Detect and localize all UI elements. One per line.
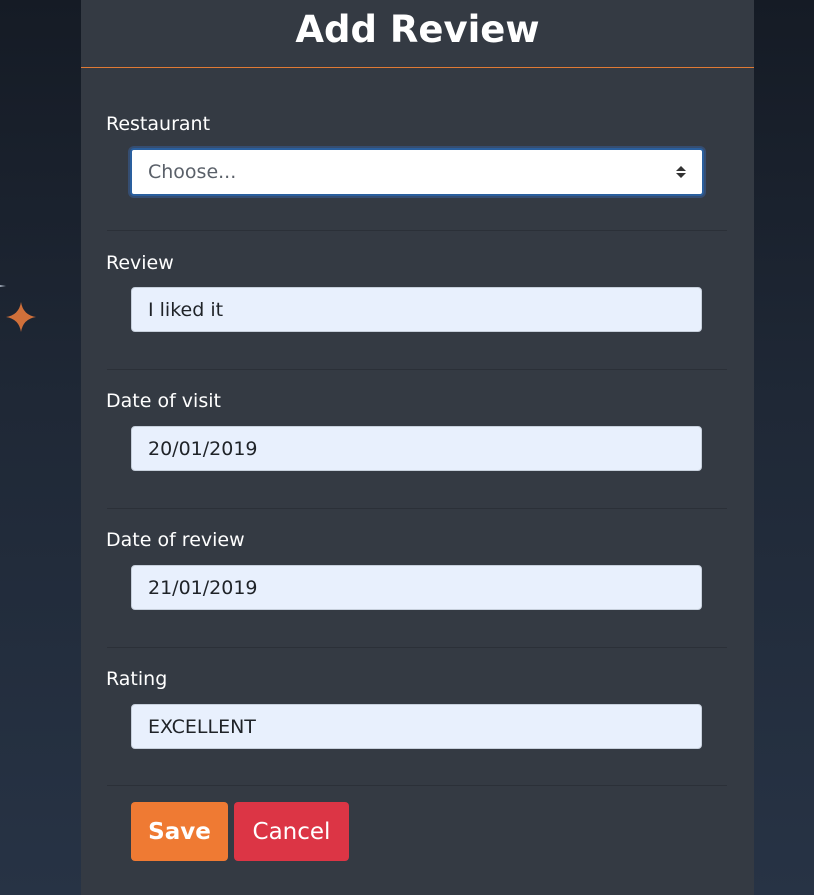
divider: [107, 369, 727, 370]
review-input[interactable]: I liked it: [131, 287, 702, 332]
rating-label: Rating: [106, 668, 168, 690]
select-arrows-icon: [676, 166, 686, 178]
rating-input[interactable]: EXCELLENT: [131, 704, 702, 749]
review-form-panel: Add Review Restaurant Choose... Review I…: [81, 0, 754, 895]
date-of-visit-value: 20/01/2019: [148, 437, 258, 460]
divider: [107, 230, 727, 231]
date-of-review-value: 21/01/2019: [148, 576, 258, 599]
sparkle-icon: [6, 302, 36, 332]
review-input-value: I liked it: [148, 298, 224, 321]
date-of-visit-label: Date of visit: [106, 390, 221, 412]
cancel-button[interactable]: Cancel: [234, 802, 349, 861]
divider: [107, 508, 727, 509]
date-of-visit-input[interactable]: 20/01/2019: [131, 426, 702, 471]
restaurant-label: Restaurant: [106, 113, 211, 135]
sparkle-fragment-icon: [0, 285, 6, 287]
divider: [107, 647, 727, 648]
restaurant-select-value: Choose...: [148, 161, 237, 183]
page-title: Add Review: [295, 8, 540, 51]
panel-header: Add Review: [81, 0, 754, 68]
restaurant-select[interactable]: Choose...: [130, 148, 704, 196]
divider: [107, 785, 727, 786]
save-button[interactable]: Save: [131, 802, 228, 861]
review-label: Review: [106, 252, 174, 274]
rating-input-value: EXCELLENT: [148, 715, 256, 738]
date-of-review-label: Date of review: [106, 529, 245, 551]
date-of-review-input[interactable]: 21/01/2019: [131, 565, 702, 610]
